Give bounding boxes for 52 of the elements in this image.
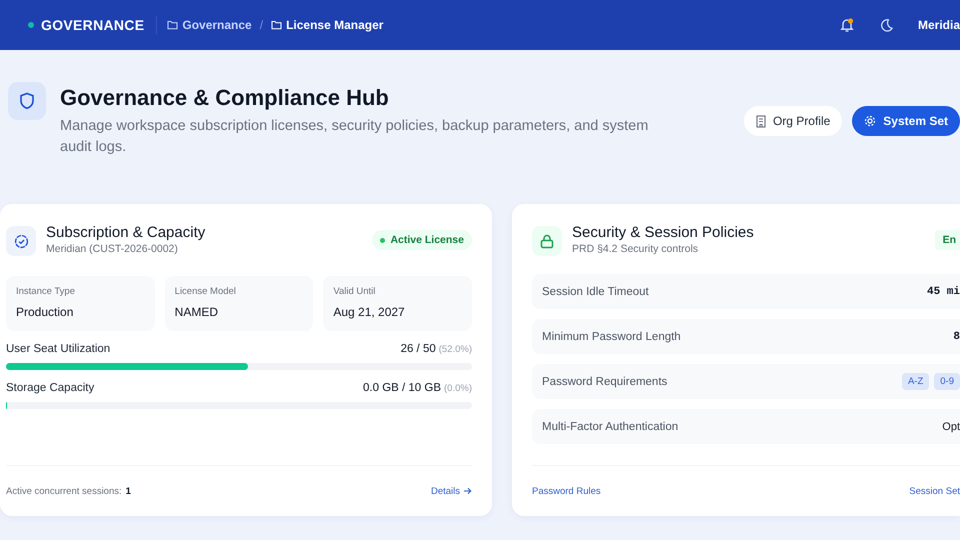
card-subtitle: Meridian (CUST-2026-0002) bbox=[46, 243, 179, 255]
meter-label: Storage Capacity bbox=[6, 382, 94, 394]
requirement-tag: A-Z bbox=[902, 373, 930, 390]
policy-value: 8 bbox=[953, 330, 960, 342]
policy-name: Session Idle Timeout bbox=[542, 286, 649, 298]
status-badge: En bbox=[934, 230, 960, 250]
page-subtitle: Manage workspace subscription licenses, security policies, backup parameters, and system audit logs. bbox=[60, 117, 650, 157]
bell-icon[interactable] bbox=[838, 17, 855, 33]
field-value: Production bbox=[16, 305, 74, 319]
settings-icon bbox=[864, 115, 876, 127]
meter-label: User Seat Utilization bbox=[6, 343, 110, 355]
breadcrumb-separator: / bbox=[260, 18, 264, 32]
field-label: License Model bbox=[174, 286, 237, 297]
card-subtitle: PRD §4.2 Security controls bbox=[572, 243, 700, 255]
card-title: Subscription & Capacity bbox=[46, 224, 206, 241]
policy-name: Password Requirements bbox=[542, 376, 668, 388]
brand-name: GOVERNANCE bbox=[41, 17, 144, 33]
footer-value: 1 bbox=[126, 486, 131, 496]
lock-icon bbox=[540, 234, 554, 248]
field-value: NAMED bbox=[174, 305, 219, 319]
requirement-tag: 0-9 bbox=[934, 373, 960, 390]
profile-button[interactable]: Org Profile bbox=[744, 106, 842, 136]
field-value: Aug 21, 2027 bbox=[333, 305, 406, 319]
meter-reading: 26 / 50 bbox=[400, 343, 436, 355]
policy-value: 45 mi bbox=[926, 286, 960, 298]
meter-reading: 0.0 GB / 10 GB bbox=[363, 382, 442, 394]
folder-icon bbox=[167, 20, 178, 30]
building-icon bbox=[756, 114, 766, 128]
settings-button[interactable]: System Set bbox=[852, 106, 960, 136]
card-title: Security & Session Policies bbox=[572, 224, 754, 241]
field-label: Instance Type bbox=[16, 286, 76, 297]
field-label: Valid Until bbox=[333, 286, 376, 297]
details-link[interactable]: Details bbox=[430, 486, 472, 496]
policy-name: Multi-Factor Authentication bbox=[542, 420, 678, 432]
breadcrumb-link[interactable]: License Manager bbox=[271, 18, 384, 32]
page-title: Governance & Compliance Hub bbox=[60, 84, 390, 111]
policy-name: Minimum Password Length bbox=[542, 330, 681, 342]
footer-label: Active concurrent sessions: bbox=[6, 486, 122, 496]
status-badge: Active License bbox=[372, 230, 472, 250]
policy-link[interactable]: Password Rules bbox=[532, 486, 601, 496]
moon-icon[interactable] bbox=[878, 18, 894, 32]
meter-percent: (0.0%) bbox=[444, 383, 472, 394]
folder-icon bbox=[271, 20, 282, 30]
policy-value: Opt bbox=[942, 420, 960, 432]
shield-icon bbox=[19, 92, 35, 110]
meter-percent: (52.0%) bbox=[438, 344, 472, 355]
arrow-icon bbox=[463, 487, 472, 495]
breadcrumb-link[interactable]: Governance bbox=[167, 18, 252, 32]
status-dot bbox=[28, 22, 34, 28]
user-name[interactable]: Meridia bbox=[918, 18, 960, 32]
policy-link[interactable]: Session Set bbox=[909, 486, 960, 496]
check-circle-icon bbox=[14, 234, 28, 248]
